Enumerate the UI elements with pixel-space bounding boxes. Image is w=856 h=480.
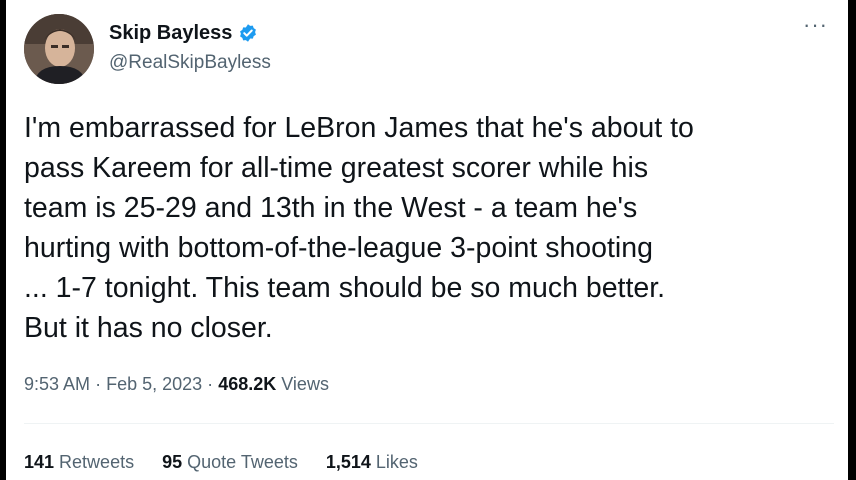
- verified-badge-icon: [238, 23, 258, 43]
- quotes-label: Quote Tweets: [187, 452, 298, 472]
- meta-separator: ·: [207, 374, 214, 394]
- retweets-count: 141: [24, 452, 55, 472]
- views-count: 468.2K: [218, 374, 277, 394]
- more-horizontal-icon[interactable]: ···: [803, 14, 828, 36]
- likes-label: Likes: [375, 452, 418, 472]
- likes-stat[interactable]: 1,514 Likes: [326, 452, 418, 473]
- tweet-time[interactable]: 9:53 AM: [24, 374, 90, 394]
- likes-count: 1,514: [325, 452, 371, 472]
- quotes-count: 95: [162, 452, 183, 472]
- meta-separator: ·: [95, 374, 102, 394]
- tweet-date[interactable]: Feb 5, 2023: [106, 374, 202, 394]
- retweets-label: Retweets: [59, 452, 135, 472]
- author-name[interactable]: Skip Bayless: [109, 22, 232, 45]
- engagement-stats: 141 Retweets 95 Quote Tweets 1,514 Likes: [24, 452, 446, 473]
- tweet-text: I'm embarrassed for LeBron James that he…: [24, 112, 694, 344]
- quote-tweets-stat[interactable]: 95 Quote Tweets: [162, 452, 298, 473]
- tweet-card: Skip Bayless @RealSkipBayless ··· I'm em…: [6, 0, 848, 480]
- author-name-row: Skip Bayless: [109, 20, 258, 46]
- avatar-photo: [24, 14, 94, 84]
- divider: [24, 423, 834, 424]
- author-handle[interactable]: @RealSkipBayless: [109, 52, 271, 74]
- views-label: Views: [281, 374, 329, 394]
- tweet-meta: 9:53 AM · Feb 5, 2023 · 468.2K Views: [24, 374, 329, 395]
- retweets-stat[interactable]: 141 Retweets: [24, 452, 134, 473]
- avatar[interactable]: [24, 14, 94, 84]
